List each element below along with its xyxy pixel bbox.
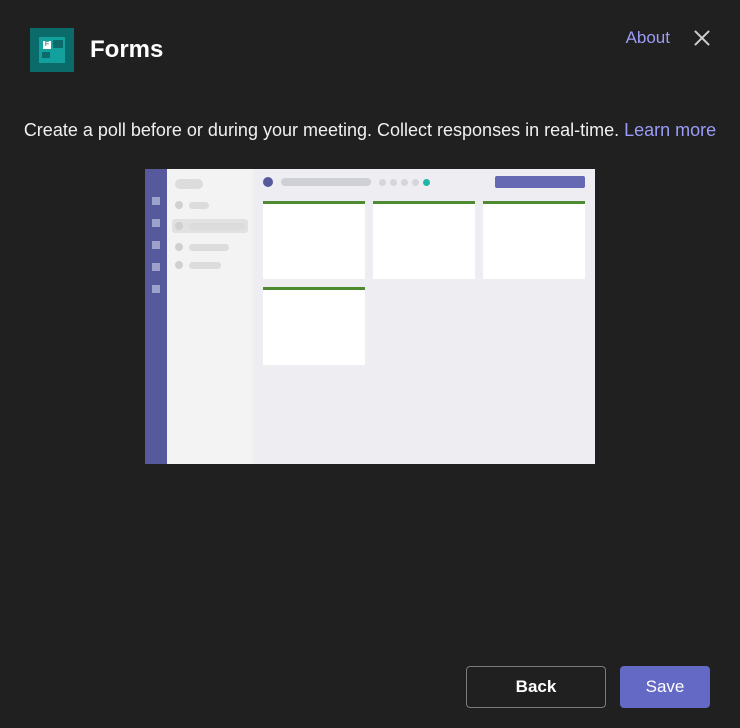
save-button[interactable]: Save	[620, 666, 710, 708]
dialog-footer: Back Save	[466, 666, 710, 708]
learn-more-link[interactable]: Learn more	[624, 120, 716, 140]
close-icon[interactable]	[692, 28, 712, 48]
preview-illustration	[145, 169, 595, 464]
dialog-header: F Forms About	[0, 0, 740, 72]
description-body: Create a poll before or during your meet…	[24, 120, 624, 140]
about-link[interactable]: About	[626, 28, 670, 48]
back-button[interactable]: Back	[466, 666, 606, 708]
dialog-title: Forms	[90, 36, 163, 64]
description-text: Create a poll before or during your meet…	[0, 72, 740, 141]
forms-app-icon: F	[30, 28, 74, 72]
